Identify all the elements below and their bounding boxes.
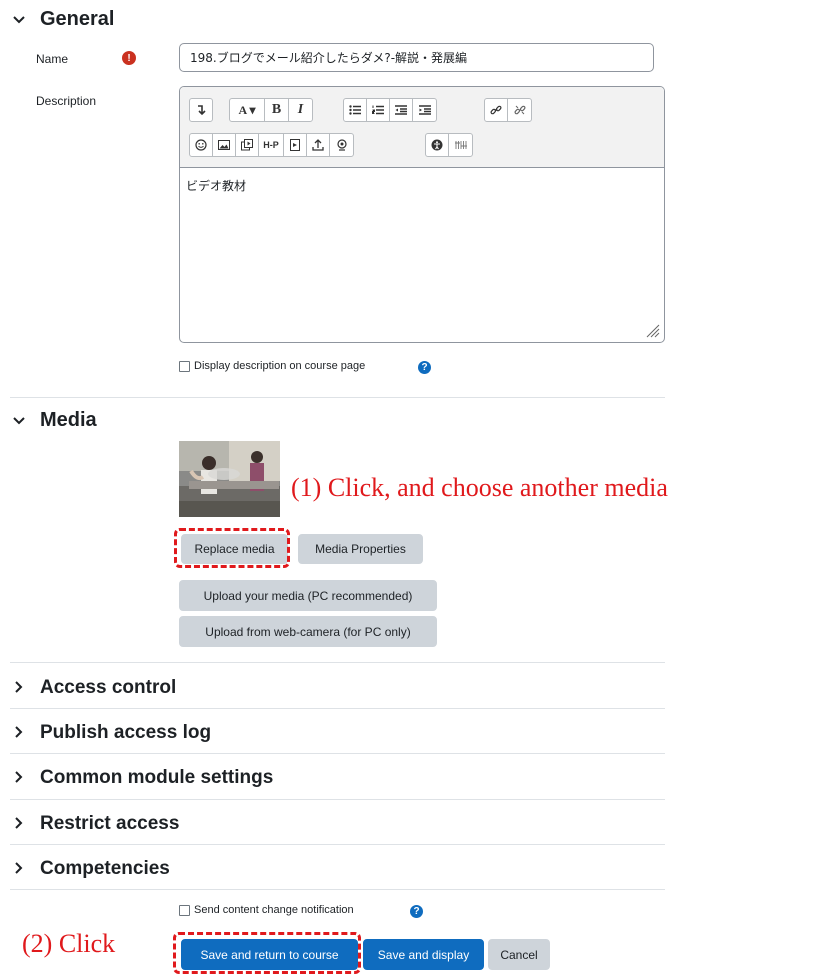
webcam-upload-button[interactable]: Upload from web-camera (for PC only): [179, 616, 437, 647]
publish-access-log-label: Publish access log: [40, 722, 212, 743]
divider: [10, 753, 665, 754]
manage-files-icon[interactable]: [283, 133, 307, 157]
restrict-access-label: Restrict access: [40, 813, 180, 834]
divider: [10, 844, 665, 845]
screenreader-helper-icon[interactable]: [448, 133, 473, 157]
upload-icon[interactable]: [306, 133, 330, 157]
indent-icon[interactable]: [412, 98, 437, 122]
unordered-list-icon[interactable]: [343, 98, 367, 122]
competencies-label: Competencies: [40, 858, 170, 879]
divider: [10, 662, 665, 663]
annotation-step2: (2) Click: [22, 929, 116, 958]
restrict-access-section-header[interactable]: Restrict access: [10, 813, 179, 835]
general-section-header[interactable]: General: [10, 8, 114, 31]
media-section-header[interactable]: Media: [10, 409, 97, 432]
save-and-return-button[interactable]: Save and return to course: [181, 939, 358, 970]
bold-button[interactable]: B: [264, 98, 289, 122]
description-content[interactable]: ビデオ教材: [186, 177, 246, 194]
publish-access-log-section-header[interactable]: Publish access log: [10, 722, 211, 744]
media-header-label: Media: [40, 409, 97, 431]
description-label: Description: [36, 94, 97, 108]
media-icon[interactable]: [235, 133, 259, 157]
unlink-icon[interactable]: [507, 98, 532, 122]
help-icon[interactable]: ?: [410, 905, 423, 918]
common-module-settings-label: Common module settings: [40, 767, 274, 788]
annotation-step1: (1) Click, and choose another media: [291, 473, 668, 502]
cancel-button[interactable]: Cancel: [488, 939, 550, 970]
divider: [10, 799, 665, 800]
h5p-button[interactable]: H-P: [258, 133, 284, 157]
resize-handle-icon[interactable]: [646, 324, 660, 338]
general-header-label: General: [40, 8, 115, 30]
outdent-icon[interactable]: [389, 98, 413, 122]
divider: [10, 889, 665, 890]
chevron-right-icon: [10, 861, 28, 877]
replace-media-button[interactable]: Replace media: [181, 534, 288, 564]
chevron-right-icon: [10, 770, 28, 786]
send-notification-label: Send content change notification: [194, 904, 354, 916]
emoticon-icon[interactable]: [189, 133, 213, 157]
name-input[interactable]: [179, 43, 654, 72]
display-description-checkbox[interactable]: [179, 361, 190, 372]
record-icon[interactable]: [329, 133, 354, 157]
chevron-right-icon: [10, 816, 28, 832]
ordered-list-icon[interactable]: [366, 98, 390, 122]
image-icon[interactable]: [212, 133, 236, 157]
save-and-display-button[interactable]: Save and display: [363, 939, 484, 970]
chevron-down-icon: [10, 412, 28, 428]
media-thumbnail[interactable]: [179, 441, 280, 517]
media-properties-button[interactable]: Media Properties: [298, 534, 423, 564]
divider: [10, 708, 665, 709]
toolbar-toggle-icon[interactable]: [189, 98, 213, 122]
display-description-label: Display description on course page: [194, 360, 366, 372]
font-style-button[interactable]: A ▾: [229, 98, 265, 122]
description-editor: A ▾ B I H-P ビデオ教材: [179, 86, 665, 343]
chevron-down-icon: [10, 11, 28, 27]
editor-toolbar: A ▾ B I H-P: [180, 87, 664, 168]
name-label: Name: [36, 52, 69, 66]
access-control-section-header[interactable]: Access control: [10, 677, 176, 699]
upload-media-button[interactable]: Upload your media (PC recommended): [179, 580, 437, 611]
divider: [10, 397, 665, 398]
send-notification-checkbox[interactable]: [179, 905, 190, 916]
help-icon[interactable]: ?: [418, 361, 431, 374]
competencies-section-header[interactable]: Competencies: [10, 858, 170, 880]
access-control-label: Access control: [40, 677, 177, 698]
chevron-right-icon: [10, 725, 28, 741]
chevron-right-icon: [10, 680, 28, 696]
link-icon[interactable]: [484, 98, 508, 122]
exclamation-circle-icon: !: [122, 51, 136, 65]
accessibility-icon[interactable]: [425, 133, 449, 157]
italic-button[interactable]: I: [288, 98, 313, 122]
common-module-settings-section-header[interactable]: Common module settings: [10, 767, 273, 789]
